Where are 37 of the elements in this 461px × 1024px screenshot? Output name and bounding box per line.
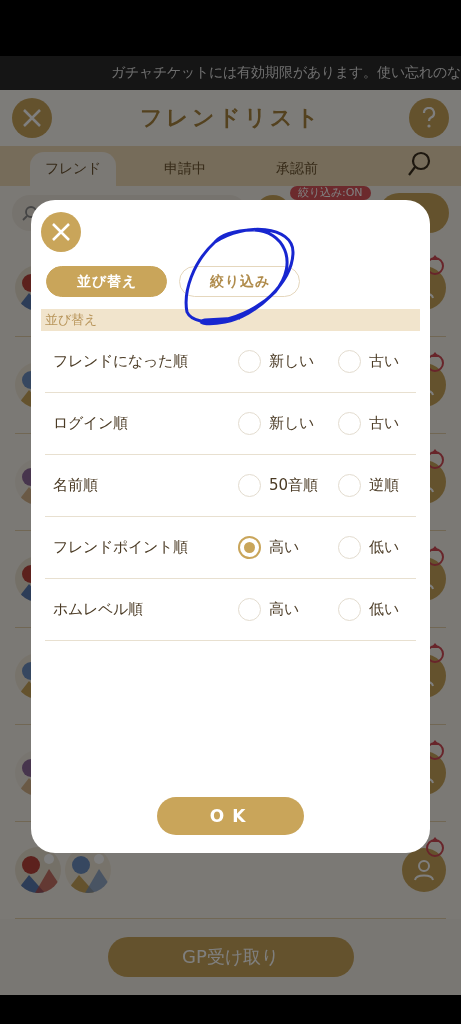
option-label: 新しい: [269, 352, 314, 371]
person-icon: [413, 859, 435, 881]
option-label: 新しい: [269, 414, 314, 433]
help-button[interactable]: [409, 98, 449, 138]
close-button[interactable]: [12, 98, 52, 138]
question-mark-icon: [422, 107, 436, 129]
tab[interactable]: フレンド: [30, 152, 116, 186]
option-label: 古い: [369, 352, 399, 371]
section-header: 並び替え: [41, 309, 420, 331]
sort-label: フレンドになった順: [53, 352, 189, 371]
radio-button[interactable]: [238, 536, 261, 559]
sort-label: フレンドポイント順: [53, 538, 189, 557]
option-label: 50音順: [269, 476, 319, 495]
tab[interactable]: 申請中: [142, 152, 228, 186]
option-label: 高い: [269, 538, 299, 557]
close-icon: [22, 108, 42, 128]
close-button[interactable]: [41, 212, 81, 252]
option-label: 高い: [269, 600, 299, 619]
ok-button[interactable]: OK: [157, 797, 304, 835]
profile-button[interactable]: [402, 848, 446, 892]
gp-receive-button[interactable]: GP受け取り: [107, 937, 354, 977]
tab[interactable]: 承認前: [254, 152, 340, 186]
notice-ticker: ガチャチケットには有効期限があります。使い忘れのな: [111, 64, 461, 82]
screen-title: フレンドリスト: [139, 104, 322, 132]
option-label: 古い: [369, 414, 399, 433]
option-label: 低い: [369, 600, 399, 619]
search-icon[interactable]: [407, 151, 431, 177]
refresh-icon[interactable]: [424, 836, 446, 858]
sort-label: ホムレベル順: [53, 600, 144, 619]
option-label: 低い: [369, 538, 399, 557]
close-icon: [51, 222, 71, 242]
mode-tab[interactable]: 絞り込み: [179, 266, 300, 297]
sort-label: 名前順: [53, 476, 99, 495]
filter-status-badge: 絞り込み:ON: [290, 186, 371, 200]
option-label: 逆順: [369, 476, 399, 495]
mode-tab[interactable]: 並び替え: [46, 266, 167, 297]
sort-label: ログイン順: [53, 414, 129, 433]
